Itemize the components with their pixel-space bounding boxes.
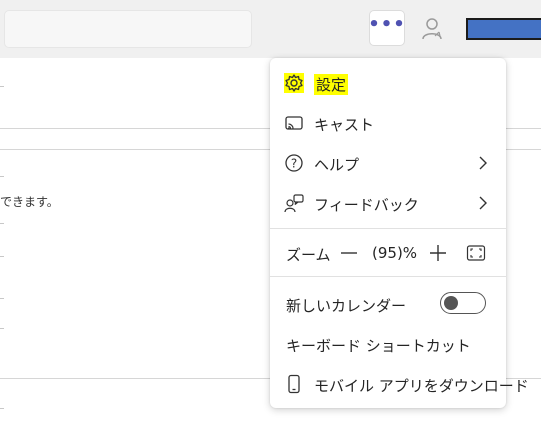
zoom-value: (95)% [372, 244, 418, 262]
menu-item-help[interactable]: ? ヘルプ [270, 142, 506, 182]
svg-text:?: ? [291, 157, 297, 171]
grid-tick [0, 223, 4, 224]
chevron-right-icon [478, 155, 488, 171]
help-icon: ? [284, 153, 304, 173]
zoom-row: ズーム (95)% [270, 232, 506, 272]
feedback-icon [284, 193, 304, 213]
zoom-in-button[interactable] [427, 242, 449, 264]
background-text: できます。 [0, 195, 59, 209]
menu-item-label: ヘルプ [314, 156, 360, 174]
grid-tick [0, 86, 4, 87]
menu-item-label: モバイル アプリをダウンロード [314, 377, 529, 395]
menu-item-label: キャスト [314, 116, 375, 134]
menu-item-label: フィードバック [314, 196, 419, 214]
toggle-knob [444, 295, 458, 310]
new-calendar-toggle[interactable] [440, 292, 486, 314]
menu-divider [270, 276, 506, 277]
zoom-out-button[interactable] [338, 242, 360, 264]
menu-item-download-mobile-app[interactable]: モバイル アプリをダウンロード [270, 363, 529, 403]
menu-item-label: 設定 [314, 74, 349, 95]
more-icon: ••• [368, 14, 406, 35]
top-bar: ••• [0, 0, 541, 58]
grid-tick [0, 408, 4, 409]
zoom-label: ズーム [286, 246, 331, 264]
grid-tick [0, 256, 4, 257]
menu-item-feedback[interactable]: フィードバック [270, 182, 506, 222]
search-box[interactable] [4, 10, 252, 48]
fit-to-screen-icon[interactable] [466, 243, 486, 263]
more-options-button[interactable]: ••• [368, 10, 406, 46]
menu-item-settings[interactable]: 設定 [270, 62, 506, 102]
brand-bar[interactable] [466, 18, 541, 40]
grid-tick [0, 328, 4, 329]
phone-icon [284, 374, 304, 394]
menu-item-cast[interactable]: キャスト [270, 102, 506, 142]
menu-item-keyboard-shortcuts[interactable]: キーボード ショートカット [270, 323, 506, 363]
settings-menu: 設定 キャスト ? ヘルプ フィードバック ズーム (95)% 新しいカレンダー… [270, 58, 529, 408]
gear-icon [284, 73, 304, 93]
chevron-right-icon [478, 195, 488, 211]
cast-icon [284, 113, 304, 133]
grid-tick [0, 176, 4, 177]
person-icon[interactable] [420, 16, 446, 42]
grid-tick [0, 298, 4, 299]
menu-divider [270, 228, 506, 229]
menu-item-label: キーボード ショートカット [286, 337, 471, 355]
new-calendar-label: 新しいカレンダー [286, 297, 407, 315]
new-calendar-row: 新しいカレンダー [270, 283, 506, 323]
